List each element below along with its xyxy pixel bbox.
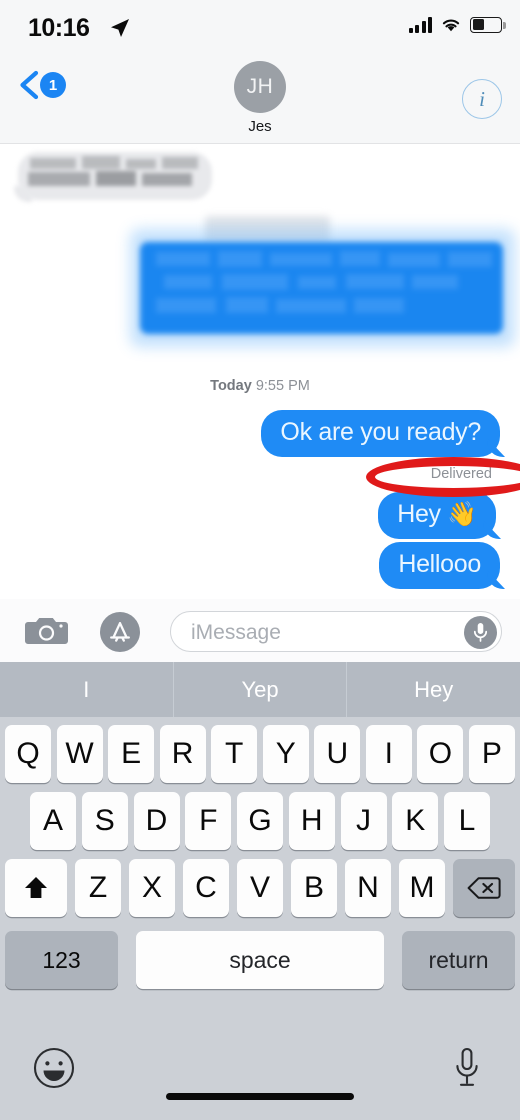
key-j[interactable]: J — [340, 792, 387, 850]
key-h[interactable]: H — [288, 792, 335, 850]
message-bubble-sent[interactable]: Hellooo — [379, 542, 500, 589]
contact-name: Jes — [248, 118, 272, 135]
key-b[interactable]: B — [291, 859, 337, 917]
message-bubble-redacted-sent[interactable] — [140, 242, 503, 334]
conversation-timestamp: Today 9:55 PM — [0, 378, 520, 394]
key-t[interactable]: T — [211, 725, 258, 783]
keyboard-row-1: Q W E R T Y U I O P — [0, 725, 520, 783]
navigation-bar: 1 JH Jes i — [0, 56, 520, 144]
backspace-glyph — [467, 877, 501, 899]
key-x[interactable]: X — [129, 859, 175, 917]
waving-hand-emoji: 👋 — [447, 501, 477, 528]
key-v[interactable]: V — [237, 859, 283, 917]
key-w[interactable]: W — [56, 725, 103, 783]
key-d[interactable]: D — [133, 792, 180, 850]
message-input-placeholder: iMessage — [191, 621, 281, 644]
info-letter: i — [479, 86, 485, 111]
home-indicator — [166, 1093, 354, 1100]
avatar: JH — [234, 61, 286, 113]
app-store-icon[interactable] — [100, 612, 140, 652]
key-f[interactable]: F — [185, 792, 232, 850]
shift-glyph — [25, 877, 47, 898]
info-circle-icon[interactable]: i — [462, 79, 502, 119]
suggestion-button-1[interactable]: Yep — [172, 662, 347, 717]
keyboard-row-3: Z X C V B N M — [0, 859, 520, 917]
space-key[interactable]: space — [136, 931, 384, 989]
microphone-icon[interactable] — [464, 615, 497, 649]
timestamp-time: 9:55 PM — [255, 378, 310, 394]
cellular-signal-icon — [408, 16, 432, 33]
suggestion-button-0[interactable]: I — [0, 662, 173, 717]
keyboard-bottom-bar — [0, 1020, 520, 1120]
app-store-glyph — [110, 622, 130, 642]
smiley-face-icon[interactable] — [33, 1047, 75, 1089]
message-text: Hey — [397, 500, 441, 528]
numbers-key[interactable]: 123 — [5, 931, 118, 989]
key-c[interactable]: C — [183, 859, 229, 917]
wifi-icon — [442, 19, 460, 32]
key-z[interactable]: Z — [75, 859, 121, 917]
return-key[interactable]: return — [402, 931, 515, 989]
camera-icon[interactable] — [24, 615, 70, 647]
key-r[interactable]: R — [159, 725, 206, 783]
status-bar: 10:16 — [0, 0, 520, 56]
key-y[interactable]: Y — [262, 725, 309, 783]
battery-icon — [470, 16, 506, 33]
key-s[interactable]: S — [81, 792, 128, 850]
status-bar-indicators — [408, 16, 506, 33]
message-input-bar: iMessage — [0, 599, 520, 662]
contact-header[interactable]: JH Jes — [0, 61, 520, 135]
microphone-icon[interactable] — [454, 1046, 480, 1090]
key-u[interactable]: U — [314, 725, 361, 783]
microphone-glyph — [473, 622, 488, 642]
suggestion-button-2[interactable]: Hey — [346, 662, 520, 717]
on-screen-keyboard: Q W E R T Y U I O P A S D F G H J K L Z … — [0, 717, 520, 1020]
delivery-status-label: Delivered — [430, 466, 492, 482]
key-k[interactable]: K — [392, 792, 439, 850]
message-text: Ok are you ready? — [280, 418, 481, 446]
message-bubble-sent[interactable]: Hey 👋 — [378, 492, 496, 539]
timestamp-day: Today — [210, 378, 252, 394]
key-q[interactable]: Q — [5, 725, 51, 783]
key-i[interactable]: I — [365, 725, 412, 783]
key-n[interactable]: N — [345, 859, 391, 917]
key-o[interactable]: O — [417, 725, 464, 783]
keyboard-row-4: 123 space return — [0, 931, 520, 989]
shift-arrow-icon[interactable] — [5, 859, 67, 917]
key-m[interactable]: M — [399, 859, 445, 917]
key-l[interactable]: L — [444, 792, 490, 850]
message-bubble-redacted-received[interactable] — [18, 152, 212, 200]
key-g[interactable]: G — [237, 792, 283, 850]
message-input-field[interactable]: iMessage — [170, 611, 502, 652]
key-e[interactable]: E — [108, 725, 155, 783]
status-bar-time: 10:16 — [28, 14, 90, 42]
message-list[interactable]: Today 9:55 PM Ok are you ready? Delivere… — [0, 144, 520, 599]
keyboard-row-2: A S D F G H J K L — [0, 792, 520, 850]
backspace-icon[interactable] — [453, 859, 515, 917]
key-p[interactable]: P — [468, 725, 515, 783]
location-arrow-icon — [111, 19, 129, 37]
key-a[interactable]: A — [30, 792, 76, 850]
message-bubble-sent[interactable]: Ok are you ready? — [261, 410, 500, 457]
predictive-text-bar: I Yep Hey — [0, 662, 520, 717]
message-text: Hellooo — [398, 550, 481, 578]
